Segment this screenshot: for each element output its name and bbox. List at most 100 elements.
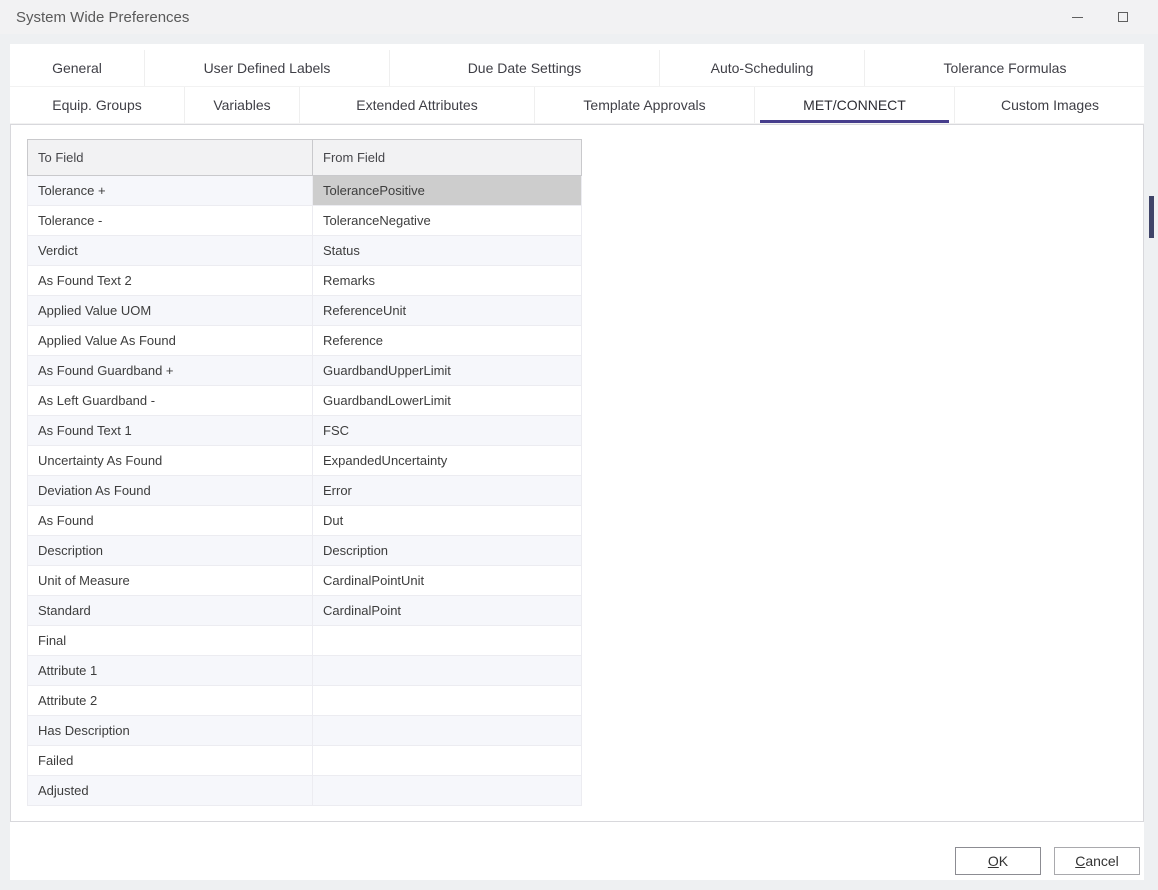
table-row: Unit of MeasureCardinalPointUnit bbox=[28, 566, 582, 596]
to-field-cell[interactable]: Tolerance - bbox=[28, 206, 313, 236]
dialog-body: GeneralUser Defined LabelsDue Date Setti… bbox=[10, 44, 1144, 880]
from-field-cell[interactable]: ToleranceNegative bbox=[313, 206, 582, 236]
table-row: Tolerance +TolerancePositive bbox=[28, 176, 582, 206]
to-field-cell[interactable]: As Found Text 1 bbox=[28, 416, 313, 446]
table-row: Adjusted bbox=[28, 776, 582, 806]
to-field-cell[interactable]: Tolerance + bbox=[28, 176, 313, 206]
tab-row-2: Equip. GroupsVariablesExtended Attribute… bbox=[10, 87, 1144, 124]
from-field-cell[interactable]: ReferenceUnit bbox=[313, 296, 582, 326]
field-mapping-rows: Tolerance +TolerancePositiveTolerance -T… bbox=[28, 176, 582, 806]
table-row: Attribute 2 bbox=[28, 686, 582, 716]
caption-buttons bbox=[1054, 0, 1146, 34]
from-field-cell[interactable]: Status bbox=[313, 236, 582, 266]
table-row: As Found Text 2Remarks bbox=[28, 266, 582, 296]
to-field-cell[interactable]: Deviation As Found bbox=[28, 476, 313, 506]
to-field-cell[interactable]: As Found Text 2 bbox=[28, 266, 313, 296]
field-mapping-table: To Field From Field Tolerance +Tolerance… bbox=[27, 139, 582, 806]
minimize-button[interactable] bbox=[1054, 0, 1100, 34]
dialog-footer: OK Cancel bbox=[955, 847, 1140, 875]
from-field-cell[interactable]: Description bbox=[313, 536, 582, 566]
to-field-cell[interactable]: Uncertainty As Found bbox=[28, 446, 313, 476]
to-field-column-header[interactable]: To Field bbox=[28, 140, 313, 176]
minimize-icon bbox=[1072, 17, 1083, 18]
to-field-cell[interactable]: Has Description bbox=[28, 716, 313, 746]
from-field-cell[interactable]: Remarks bbox=[313, 266, 582, 296]
titlebar: System Wide Preferences bbox=[0, 0, 1158, 34]
to-field-cell[interactable]: Description bbox=[28, 536, 313, 566]
tab-user-defined-labels[interactable]: User Defined Labels bbox=[145, 50, 390, 86]
from-field-cell[interactable]: CardinalPointUnit bbox=[313, 566, 582, 596]
tab-tolerance-formulas[interactable]: Tolerance Formulas bbox=[865, 50, 1145, 86]
ok-button-label: K bbox=[999, 853, 1008, 869]
from-field-cell[interactable]: CardinalPoint bbox=[313, 596, 582, 626]
table-header-row: To Field From Field bbox=[28, 140, 582, 176]
from-field-cell[interactable]: GuardbandUpperLimit bbox=[313, 356, 582, 386]
from-field-cell[interactable]: Dut bbox=[313, 506, 582, 536]
table-row: As FoundDut bbox=[28, 506, 582, 536]
from-field-cell[interactable]: TolerancePositive bbox=[313, 176, 582, 206]
table-row: As Found Guardband +GuardbandUpperLimit bbox=[28, 356, 582, 386]
table-row: Final bbox=[28, 626, 582, 656]
from-field-cell[interactable] bbox=[313, 686, 582, 716]
table-row: Failed bbox=[28, 746, 582, 776]
from-field-cell[interactable]: GuardbandLowerLimit bbox=[313, 386, 582, 416]
to-field-cell[interactable]: Unit of Measure bbox=[28, 566, 313, 596]
from-field-cell[interactable] bbox=[313, 626, 582, 656]
table-row: VerdictStatus bbox=[28, 236, 582, 266]
ok-button[interactable]: OK bbox=[955, 847, 1041, 875]
tab-met-connect[interactable]: MET/CONNECT bbox=[755, 87, 955, 123]
table-row: Deviation As FoundError bbox=[28, 476, 582, 506]
tab-variables[interactable]: Variables bbox=[185, 87, 300, 123]
cancel-button[interactable]: Cancel bbox=[1054, 847, 1140, 875]
maximize-icon bbox=[1118, 12, 1128, 22]
ok-button-mnemonic: O bbox=[988, 853, 999, 869]
to-field-cell[interactable]: Applied Value UOM bbox=[28, 296, 313, 326]
cancel-button-label: ancel bbox=[1085, 853, 1118, 869]
table-row: Tolerance -ToleranceNegative bbox=[28, 206, 582, 236]
tab-custom-images[interactable]: Custom Images bbox=[955, 87, 1145, 123]
from-field-cell[interactable]: FSC bbox=[313, 416, 582, 446]
table-row: As Left Guardband -GuardbandLowerLimit bbox=[28, 386, 582, 416]
table-row: As Found Text 1FSC bbox=[28, 416, 582, 446]
from-field-cell[interactable] bbox=[313, 656, 582, 686]
tab-general[interactable]: General bbox=[10, 50, 145, 86]
table-row: DescriptionDescription bbox=[28, 536, 582, 566]
table-row: Has Description bbox=[28, 716, 582, 746]
to-field-cell[interactable]: Applied Value As Found bbox=[28, 326, 313, 356]
tab-extended-attributes[interactable]: Extended Attributes bbox=[300, 87, 535, 123]
table-row: Applied Value As FoundReference bbox=[28, 326, 582, 356]
to-field-cell[interactable]: Failed bbox=[28, 746, 313, 776]
table-row: Attribute 1 bbox=[28, 656, 582, 686]
to-field-cell[interactable]: Standard bbox=[28, 596, 313, 626]
tab-due-date-settings[interactable]: Due Date Settings bbox=[390, 50, 660, 86]
tab-row-1: GeneralUser Defined LabelsDue Date Setti… bbox=[10, 50, 1144, 87]
tab-equip-groups[interactable]: Equip. Groups bbox=[10, 87, 185, 123]
tab-strip: GeneralUser Defined LabelsDue Date Setti… bbox=[10, 44, 1144, 124]
to-field-cell[interactable]: As Left Guardband - bbox=[28, 386, 313, 416]
from-field-cell[interactable]: Error bbox=[313, 476, 582, 506]
system-wide-preferences-dialog: System Wide Preferences GeneralUser Defi… bbox=[0, 0, 1158, 890]
maximize-button[interactable] bbox=[1100, 0, 1146, 34]
to-field-cell[interactable]: Final bbox=[28, 626, 313, 656]
to-field-cell[interactable]: As Found Guardband + bbox=[28, 356, 313, 386]
to-field-cell[interactable]: Adjusted bbox=[28, 776, 313, 806]
to-field-cell[interactable]: Attribute 2 bbox=[28, 686, 313, 716]
tab-panel-met-connect: To Field From Field Tolerance +Tolerance… bbox=[10, 124, 1144, 822]
scrollbar-thumb[interactable] bbox=[1149, 196, 1154, 238]
to-field-cell[interactable]: Attribute 1 bbox=[28, 656, 313, 686]
table-row: Applied Value UOMReferenceUnit bbox=[28, 296, 582, 326]
table-row: Uncertainty As FoundExpandedUncertainty bbox=[28, 446, 582, 476]
from-field-column-header[interactable]: From Field bbox=[313, 140, 582, 176]
from-field-cell[interactable] bbox=[313, 776, 582, 806]
from-field-cell[interactable] bbox=[313, 746, 582, 776]
from-field-cell[interactable] bbox=[313, 716, 582, 746]
table-row: StandardCardinalPoint bbox=[28, 596, 582, 626]
from-field-cell[interactable]: ExpandedUncertainty bbox=[313, 446, 582, 476]
to-field-cell[interactable]: As Found bbox=[28, 506, 313, 536]
tab-auto-scheduling[interactable]: Auto-Scheduling bbox=[660, 50, 865, 86]
cancel-button-mnemonic: C bbox=[1075, 853, 1085, 869]
tab-template-approvals[interactable]: Template Approvals bbox=[535, 87, 755, 123]
window-title: System Wide Preferences bbox=[16, 9, 189, 26]
from-field-cell[interactable]: Reference bbox=[313, 326, 582, 356]
to-field-cell[interactable]: Verdict bbox=[28, 236, 313, 266]
